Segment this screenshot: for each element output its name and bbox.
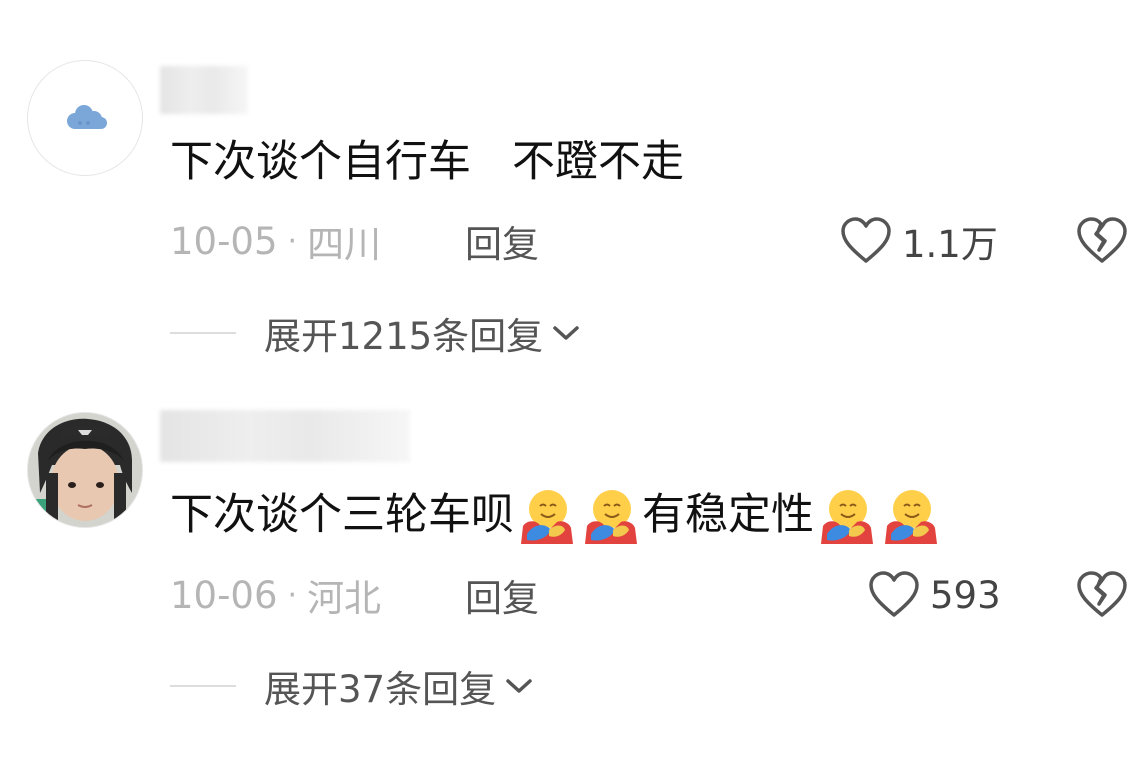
avatar[interactable] (27, 412, 143, 528)
comment-location: 四川 (307, 223, 382, 266)
chevron-down-icon (553, 326, 579, 340)
chevron-down-icon (506, 679, 532, 693)
meta-separator: · (287, 223, 298, 259)
comment-text: 下次谈个三轮车呗 有稳定性 (170, 486, 942, 544)
comment-location: 河北 (307, 577, 382, 620)
comment-meta: 10-05 · 四川 (170, 219, 381, 267)
hugging-face-emoji (885, 490, 937, 544)
hugging-face-emoji (821, 490, 873, 544)
username-redacted (160, 66, 248, 114)
like-count: 1.1万 (902, 223, 998, 266)
comment-item: 下次谈个三轮车呗 有稳定性 10-06 · 河北 回复 593 展开37条回复 (0, 355, 1145, 711)
avatar[interactable] (27, 60, 143, 176)
cloud-icon (67, 105, 107, 129)
username-redacted (160, 410, 410, 462)
comment-meta: 10-06 · 河北 (170, 573, 381, 621)
expand-replies-button[interactable]: 展开1215条回复 (170, 308, 581, 358)
hugging-face-emoji (585, 490, 637, 544)
expand-replies-label: 展开37条回复 (264, 668, 497, 711)
comment-text-part: 下次谈个三轮车呗 (170, 490, 514, 540)
like-button[interactable]: 593 (868, 570, 1001, 620)
comment-text: 下次谈个自行车 不蹬不走 (170, 137, 685, 187)
broken-heart-icon[interactable] (1076, 217, 1128, 265)
comment-list: 下次谈个自行车 不蹬不走 10-05 · 四川 回复 1.1万 展开1215条回… (0, 0, 1145, 763)
like-count: 593 (930, 573, 1001, 617)
hugging-face-emoji (521, 490, 573, 544)
comment-item: 下次谈个自行车 不蹬不走 10-05 · 四川 回复 1.1万 展开1215条回… (0, 0, 1145, 358)
comment-date: 10-06 (170, 573, 278, 617)
comment-text-part: 有稳定性 (642, 490, 814, 540)
heart-icon (841, 217, 891, 263)
reply-button[interactable]: 回复 (465, 219, 539, 266)
comment-date: 10-05 (170, 219, 278, 263)
heart-icon (869, 571, 919, 617)
expand-replies-label: 展开1215条回复 (264, 315, 544, 358)
divider-line (170, 685, 236, 687)
broken-heart-icon[interactable] (1076, 571, 1128, 619)
expand-replies-button[interactable]: 展开37条回复 (170, 661, 534, 711)
reply-button[interactable]: 回复 (465, 573, 539, 620)
meta-separator: · (287, 577, 298, 613)
child-photo (28, 413, 142, 527)
divider-line (170, 332, 236, 334)
like-button[interactable]: 1.1万 (840, 216, 998, 266)
